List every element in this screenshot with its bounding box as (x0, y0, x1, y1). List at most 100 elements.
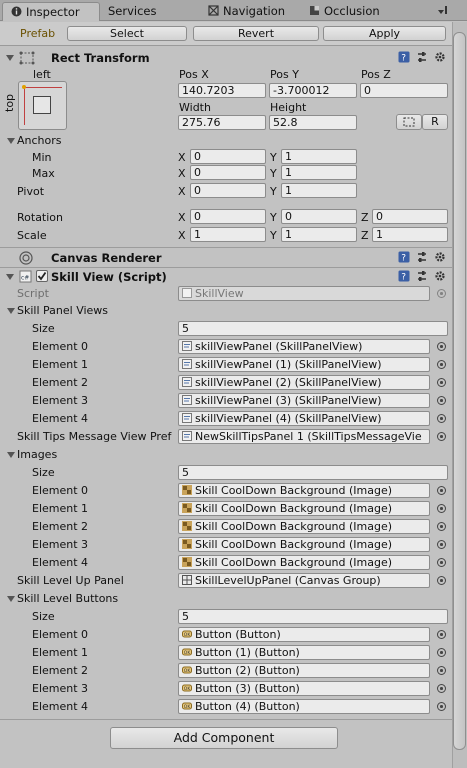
rotation-x-field[interactable]: 0 (190, 209, 266, 224)
gear-icon[interactable] (434, 251, 446, 263)
anchor-point-icon (22, 85, 26, 89)
object-reference-field[interactable]: Skill CoolDown Background (Image) (178, 537, 430, 552)
help-book-icon[interactable]: ? (398, 270, 410, 282)
max-y-field[interactable]: 1 (281, 165, 357, 180)
tab-occlusion[interactable]: Occlusion (309, 2, 404, 21)
panel-views-size-field[interactable]: 5 (178, 321, 448, 336)
object-reference-field[interactable]: Skill CoolDown Background (Image) (178, 519, 430, 534)
prefab-revert-button[interactable]: Revert (193, 26, 319, 41)
anchor-preset-button[interactable] (18, 81, 67, 130)
preset-sliders-icon[interactable] (416, 270, 428, 282)
object-picker-icon[interactable] (437, 540, 446, 549)
min-label: Min (32, 151, 52, 164)
checkmark-icon (37, 271, 47, 281)
pos-x-field[interactable]: 140.7203 (178, 83, 266, 98)
images-foldout-icon[interactable] (7, 452, 15, 458)
button-component-icon: OK (182, 648, 192, 656)
object-reference-field[interactable]: OK Button (2) (Button) (178, 663, 430, 678)
object-reference-field[interactable]: OK Button (1) (Button) (178, 645, 430, 660)
object-picker-icon[interactable] (437, 504, 446, 513)
level-up-panel-field[interactable]: SkillLevelUpPanel (Canvas Group) (178, 573, 430, 588)
rotation-y-field[interactable]: 0 (281, 209, 357, 224)
object-picker-icon[interactable] (437, 414, 446, 423)
level-buttons-size-field[interactable]: 5 (178, 609, 448, 624)
foldout-arrow-icon[interactable] (6, 55, 14, 61)
object-reference-field[interactable]: skillViewPanel (3) (SkillPanelView) (178, 393, 430, 408)
script-file-icon (182, 413, 192, 423)
scale-z-field[interactable]: 1 (372, 227, 448, 242)
object-reference-field[interactable]: OK Button (4) (Button) (178, 699, 430, 714)
raw-edit-button[interactable]: R (422, 114, 448, 130)
images-size-field[interactable]: 5 (178, 465, 448, 480)
level-up-panel-label: Skill Level Up Panel (17, 574, 124, 587)
object-reference-field[interactable]: skillViewPanel (1) (SkillPanelView) (178, 357, 430, 372)
level-buttons-foldout-icon[interactable] (7, 596, 15, 602)
object-reference-field[interactable]: skillViewPanel (4) (SkillPanelView) (178, 411, 430, 426)
max-x-axis-label: X (178, 167, 186, 180)
min-x-field[interactable]: 0 (190, 149, 266, 164)
width-field[interactable]: 275.76 (178, 115, 266, 130)
gear-icon[interactable] (434, 51, 446, 63)
preset-sliders-icon[interactable] (416, 251, 428, 263)
object-reference-field[interactable]: skillViewPanel (SkillPanelView) (178, 339, 430, 354)
object-reference-value: Skill CoolDown Background (Image) (195, 502, 393, 515)
object-reference-field[interactable]: OK Button (3) (Button) (178, 681, 430, 696)
skill-view-title: Skill View (Script) (51, 270, 167, 284)
object-picker-icon[interactable] (437, 432, 446, 441)
object-picker-icon[interactable] (437, 576, 446, 585)
pos-y-field[interactable]: -3.700012 (269, 83, 357, 98)
object-picker-icon[interactable] (437, 666, 446, 675)
object-reference-field[interactable]: Skill CoolDown Background (Image) (178, 555, 430, 570)
canvas-renderer-header[interactable]: Canvas Renderer ? (0, 248, 452, 268)
scale-x-field[interactable]: 1 (190, 227, 266, 242)
object-reference-field[interactable]: OK Button (Button) (178, 627, 430, 642)
panel-views-foldout-icon[interactable] (7, 308, 15, 314)
pivot-x-field[interactable]: 0 (190, 183, 266, 198)
pivot-y-field[interactable]: 1 (281, 183, 357, 198)
object-picker-icon[interactable] (437, 396, 446, 405)
object-reference-field[interactable]: Skill CoolDown Background (Image) (178, 501, 430, 516)
object-picker-icon[interactable] (437, 684, 446, 693)
help-book-icon[interactable]: ? (398, 51, 410, 63)
component-enabled-checkbox[interactable] (36, 270, 48, 282)
tab-inspector[interactable]: Inspector (2, 2, 100, 21)
object-picker-icon[interactable] (437, 342, 446, 351)
gear-icon[interactable] (434, 270, 446, 282)
panel-menu-icon[interactable] (436, 4, 448, 16)
scrollbar-thumb[interactable] (453, 32, 466, 750)
object-reference-field[interactable]: Skill CoolDown Background (Image) (178, 483, 430, 498)
rotation-z-field[interactable]: 0 (372, 209, 448, 224)
tab-services[interactable]: Services (106, 2, 186, 21)
object-picker-icon[interactable] (437, 378, 446, 387)
height-field[interactable]: 52.8 (269, 115, 357, 130)
object-picker-icon[interactable] (437, 360, 446, 369)
pos-y-label: Pos Y (270, 68, 299, 81)
object-picker-icon[interactable] (437, 522, 446, 531)
element-label: Element 3 (32, 394, 89, 407)
anchors-foldout-icon[interactable] (7, 138, 15, 144)
max-x-field[interactable]: 0 (190, 165, 266, 180)
rect-transform-header[interactable]: Rect Transform ? (0, 48, 452, 68)
help-book-icon[interactable]: ? (398, 251, 410, 263)
min-x-axis-label: X (178, 151, 186, 164)
object-picker-icon[interactable] (437, 558, 446, 567)
object-picker-icon[interactable] (437, 486, 446, 495)
tips-field[interactable]: NewSkillTipsPanel 1 (SkillTipsMessageVie (178, 429, 430, 444)
tab-navigation[interactable]: Navigation (208, 2, 308, 21)
blueprint-mode-button[interactable] (396, 114, 422, 130)
min-y-field[interactable]: 1 (281, 149, 357, 164)
scale-y-field[interactable]: 1 (281, 227, 357, 242)
preset-sliders-icon[interactable] (416, 51, 428, 63)
add-component-button[interactable]: Add Component (110, 727, 338, 749)
object-picker-icon[interactable] (437, 648, 446, 657)
prefab-select-button[interactable]: Select (67, 26, 187, 41)
skill-view-header[interactable]: c# Skill View (Script) ? (0, 267, 452, 287)
element-label: Element 2 (32, 376, 89, 389)
object-picker-icon[interactable] (437, 702, 446, 711)
object-picker-icon[interactable] (437, 630, 446, 639)
foldout-arrow-icon[interactable] (6, 274, 14, 280)
object-reference-field[interactable]: skillViewPanel (2) (SkillPanelView) (178, 375, 430, 390)
level-buttons-size-label: Size (32, 610, 55, 623)
prefab-apply-button[interactable]: Apply (323, 26, 446, 41)
pos-z-field[interactable]: 0 (360, 83, 448, 98)
